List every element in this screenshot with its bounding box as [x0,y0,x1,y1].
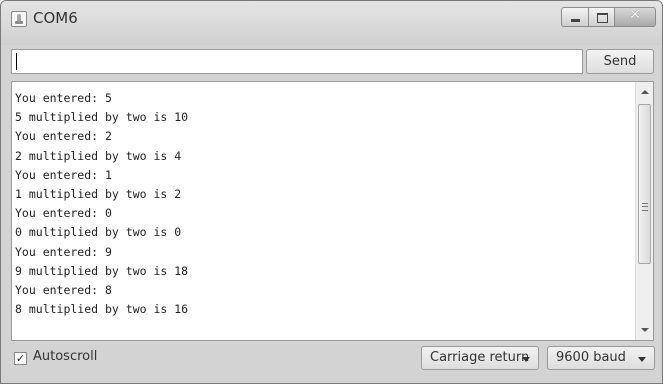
baud-rate-dropdown[interactable]: 9600 baud [547,346,655,370]
serial-output-area[interactable]: You entered: 5 5 multiplied by two is 10… [11,81,654,341]
text-caret [16,53,17,70]
output-line: 0 multiplied by two is 0 [15,225,182,240]
output-line: You entered: 1 [15,167,112,182]
baud-rate-value: 9600 baud [556,350,626,365]
window-controls: ✕ [561,7,656,29]
output-line: 1 multiplied by two is 2 [15,186,182,201]
output-line: You entered: 2 [15,129,112,144]
scrollbar-thumb[interactable] [638,104,651,264]
output-lines: You entered: 5 5 multiplied by two is 10… [15,89,633,319]
serial-monitor-window: COM6 ✕ Send You entered: 5 5 multiplied … [0,0,663,384]
output-line: You entered: 8 [15,282,112,297]
autoscroll-label: Autoscroll [33,349,98,364]
autoscroll-checkbox[interactable]: ✓ [14,352,27,365]
maximize-button[interactable] [588,7,615,27]
window-title: COM6 [33,9,78,27]
send-button[interactable]: Send [586,49,654,74]
close-button[interactable]: ✕ [614,7,656,27]
output-line: 5 multiplied by two is 10 [15,110,189,125]
minimize-button[interactable] [561,7,589,27]
title-bar[interactable]: COM6 ✕ [1,1,662,45]
line-ending-dropdown[interactable]: Carriage return [421,346,539,370]
output-line: 8 multiplied by two is 16 [15,302,189,317]
scroll-up-arrow-icon[interactable] [641,90,649,94]
grip-icon [642,203,648,211]
line-ending-value: Carriage return [430,350,530,365]
chevron-down-icon [522,357,530,362]
serial-input-field[interactable] [11,49,583,74]
output-line: You entered: 9 [15,244,112,259]
app-icon [11,11,27,27]
chevron-down-icon [638,357,646,362]
scroll-down-arrow-icon[interactable] [641,328,649,332]
vertical-scrollbar[interactable] [635,82,653,340]
output-line: You entered: 5 [15,91,112,105]
output-line: You entered: 0 [15,206,112,221]
output-line: 2 multiplied by two is 4 [15,148,182,163]
close-icon: ✕ [629,7,641,23]
output-line: 9 multiplied by two is 18 [15,263,189,278]
